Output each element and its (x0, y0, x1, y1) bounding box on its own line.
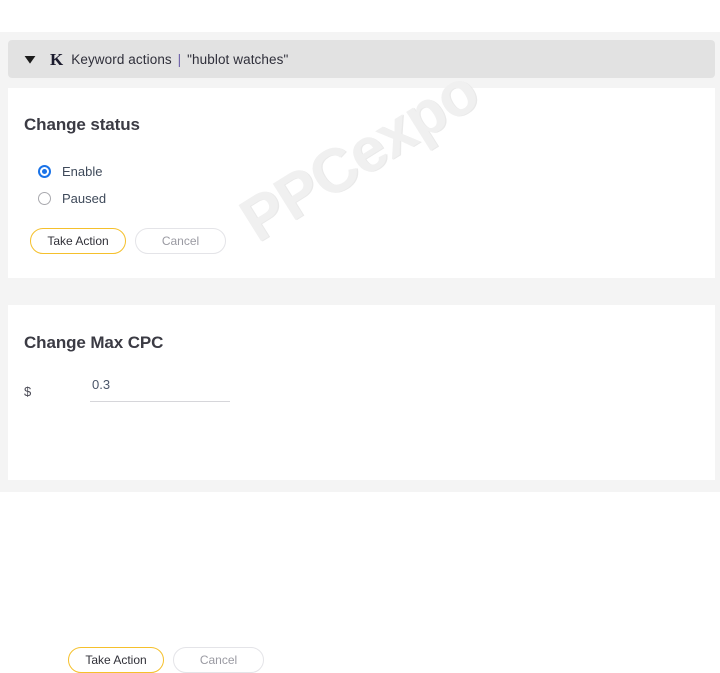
change-max-cpc-panel: Change Max CPC $ Take Action Cancel (8, 305, 715, 673)
change-max-cpc-button-row: Take Action Cancel (68, 647, 264, 673)
max-cpc-input[interactable] (90, 377, 230, 402)
radio-paused-icon[interactable] (38, 192, 51, 205)
radio-paused-label: Paused (62, 191, 107, 206)
app-root: K Keyword actions | "hublot watches" Cha… (0, 0, 720, 673)
accordion-title-keyword: "hublot watches" (187, 51, 289, 67)
radio-enable-label: Enable (62, 164, 103, 179)
change-max-cpc-title: Change Max CPC (24, 333, 164, 352)
radio-option-enable[interactable]: Enable (38, 158, 106, 185)
accordion-title-prefix: Keyword actions (71, 51, 172, 67)
keyword-actions-accordion-header[interactable]: K Keyword actions | "hublot watches" (8, 40, 715, 78)
currency-symbol-label: $ (24, 384, 32, 399)
radio-option-paused[interactable]: Paused (38, 185, 106, 212)
status-radio-group: Enable Paused (38, 158, 106, 212)
change-status-title: Change status (24, 115, 140, 134)
status-take-action-button[interactable]: Take Action (30, 228, 126, 254)
chevron-down-icon[interactable] (22, 51, 38, 67)
accordion-title-separator: | (177, 51, 182, 67)
cpc-cancel-button[interactable]: Cancel (173, 647, 264, 673)
keyword-k-icon: K (50, 49, 64, 69)
accordion-title: Keyword actions | "hublot watches" (71, 52, 288, 67)
change-status-panel: Change status Enable Paused Take Action … (8, 88, 715, 278)
status-cancel-button[interactable]: Cancel (135, 228, 226, 254)
change-status-button-row: Take Action Cancel (30, 228, 226, 254)
max-cpc-input-row: $ (24, 377, 230, 402)
cpc-take-action-button[interactable]: Take Action (68, 647, 164, 673)
radio-enable-icon[interactable] (38, 165, 51, 178)
